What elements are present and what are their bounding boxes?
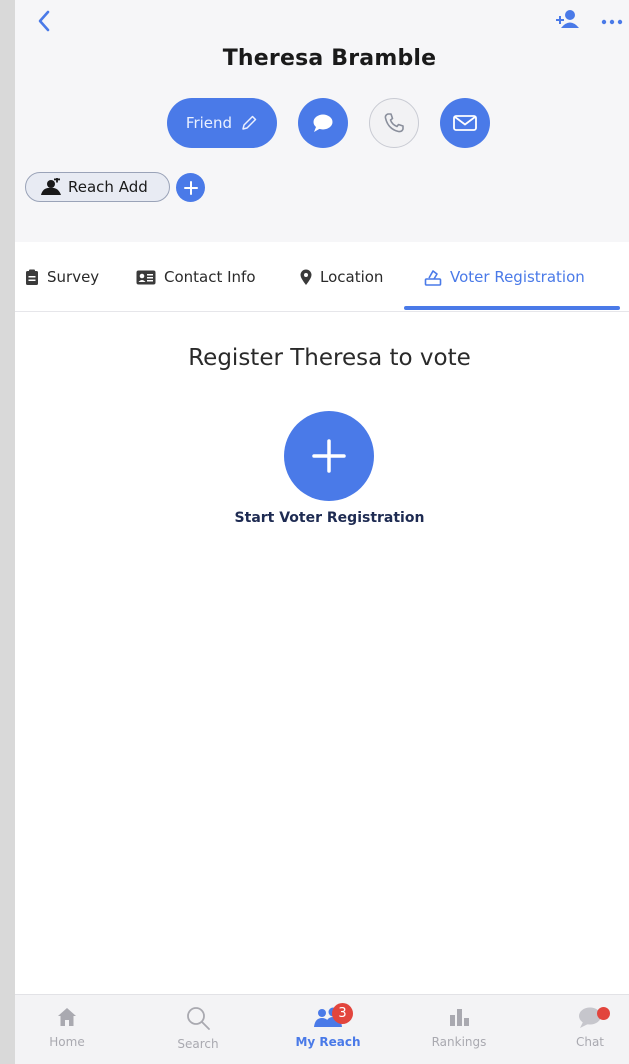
email-button[interactable]: [440, 98, 490, 148]
tab-contact-info[interactable]: Contact Info: [136, 242, 256, 312]
add-person-button[interactable]: [555, 8, 581, 32]
add-person-icon: [556, 10, 579, 28]
profile-tabs: Survey Contact Info Location Voter Regis…: [15, 242, 629, 312]
nav-search-label: Search: [177, 1037, 219, 1051]
search-icon: [187, 1007, 210, 1030]
plus-icon: [312, 439, 346, 473]
more-options-button[interactable]: [599, 11, 625, 29]
tab-survey[interactable]: Survey: [25, 242, 99, 312]
add-group-icon: [41, 178, 61, 195]
reach-add-label: Reach Add: [68, 178, 148, 196]
nav-chat-label: Chat: [575, 1035, 605, 1049]
start-voter-registration-label[interactable]: Start Voter Registration: [15, 510, 629, 526]
back-button[interactable]: [33, 8, 55, 34]
contact-card-icon: [136, 270, 156, 284]
nav-search[interactable]: Search: [148, 995, 248, 1064]
phone-icon: [384, 113, 404, 133]
register-title: Register Theresa to vote: [188, 345, 471, 371]
clipboard-icon: [26, 269, 38, 285]
reach-add-plus-button[interactable]: [176, 173, 205, 202]
message-button[interactable]: [298, 98, 348, 148]
home-icon: [58, 1008, 76, 1026]
chevron-left-icon: [38, 10, 50, 32]
nav-rankings-label: Rankings: [431, 1035, 487, 1049]
vote-icon: [424, 269, 442, 286]
contact-name: Theresa Bramble: [222, 46, 437, 71]
bar-chart-icon: [450, 1009, 469, 1026]
bottom-navigation: Home Search 3 My Reach Rankings Chat: [15, 994, 629, 1064]
nav-my-reach[interactable]: 3 My Reach: [278, 995, 378, 1064]
reach-add-chip[interactable]: Reach Add: [25, 172, 170, 202]
mail-icon: [453, 115, 477, 131]
friend-button[interactable]: Friend: [167, 98, 277, 148]
nav-chat[interactable]: Chat: [540, 995, 629, 1064]
friend-label: Friend: [185, 114, 233, 132]
map-pin-icon: [300, 269, 312, 285]
tab-voter-registration-label: Voter Registration: [450, 268, 585, 286]
start-voter-registration-button[interactable]: [284, 411, 374, 501]
tab-survey-label: Survey: [47, 268, 100, 286]
tab-contact-info-label: Contact Info: [164, 268, 256, 286]
chat-notification-dot: [597, 1007, 610, 1020]
app-screen: Theresa Bramble Friend Reach Add Survey …: [15, 0, 629, 1064]
active-tab-indicator: [404, 306, 620, 310]
call-button[interactable]: [369, 98, 419, 148]
nav-home-label: Home: [49, 1035, 85, 1049]
profile-header: Theresa Bramble Friend Reach Add: [15, 0, 629, 242]
chat-bubble-icon: [313, 114, 333, 132]
nav-home[interactable]: Home: [17, 995, 117, 1064]
plus-icon: [183, 180, 198, 195]
my-reach-badge: 3: [332, 1003, 353, 1024]
nav-my-reach-label: My Reach: [295, 1035, 361, 1049]
nav-rankings[interactable]: Rankings: [409, 995, 509, 1064]
tab-voter-registration[interactable]: Voter Registration: [424, 242, 585, 312]
tab-location[interactable]: Location: [300, 242, 383, 312]
tab-location-label: Location: [320, 268, 384, 286]
pencil-icon: [242, 115, 257, 130]
contact-actions: Friend: [15, 96, 629, 150]
more-horizontal-icon: [601, 19, 623, 25]
